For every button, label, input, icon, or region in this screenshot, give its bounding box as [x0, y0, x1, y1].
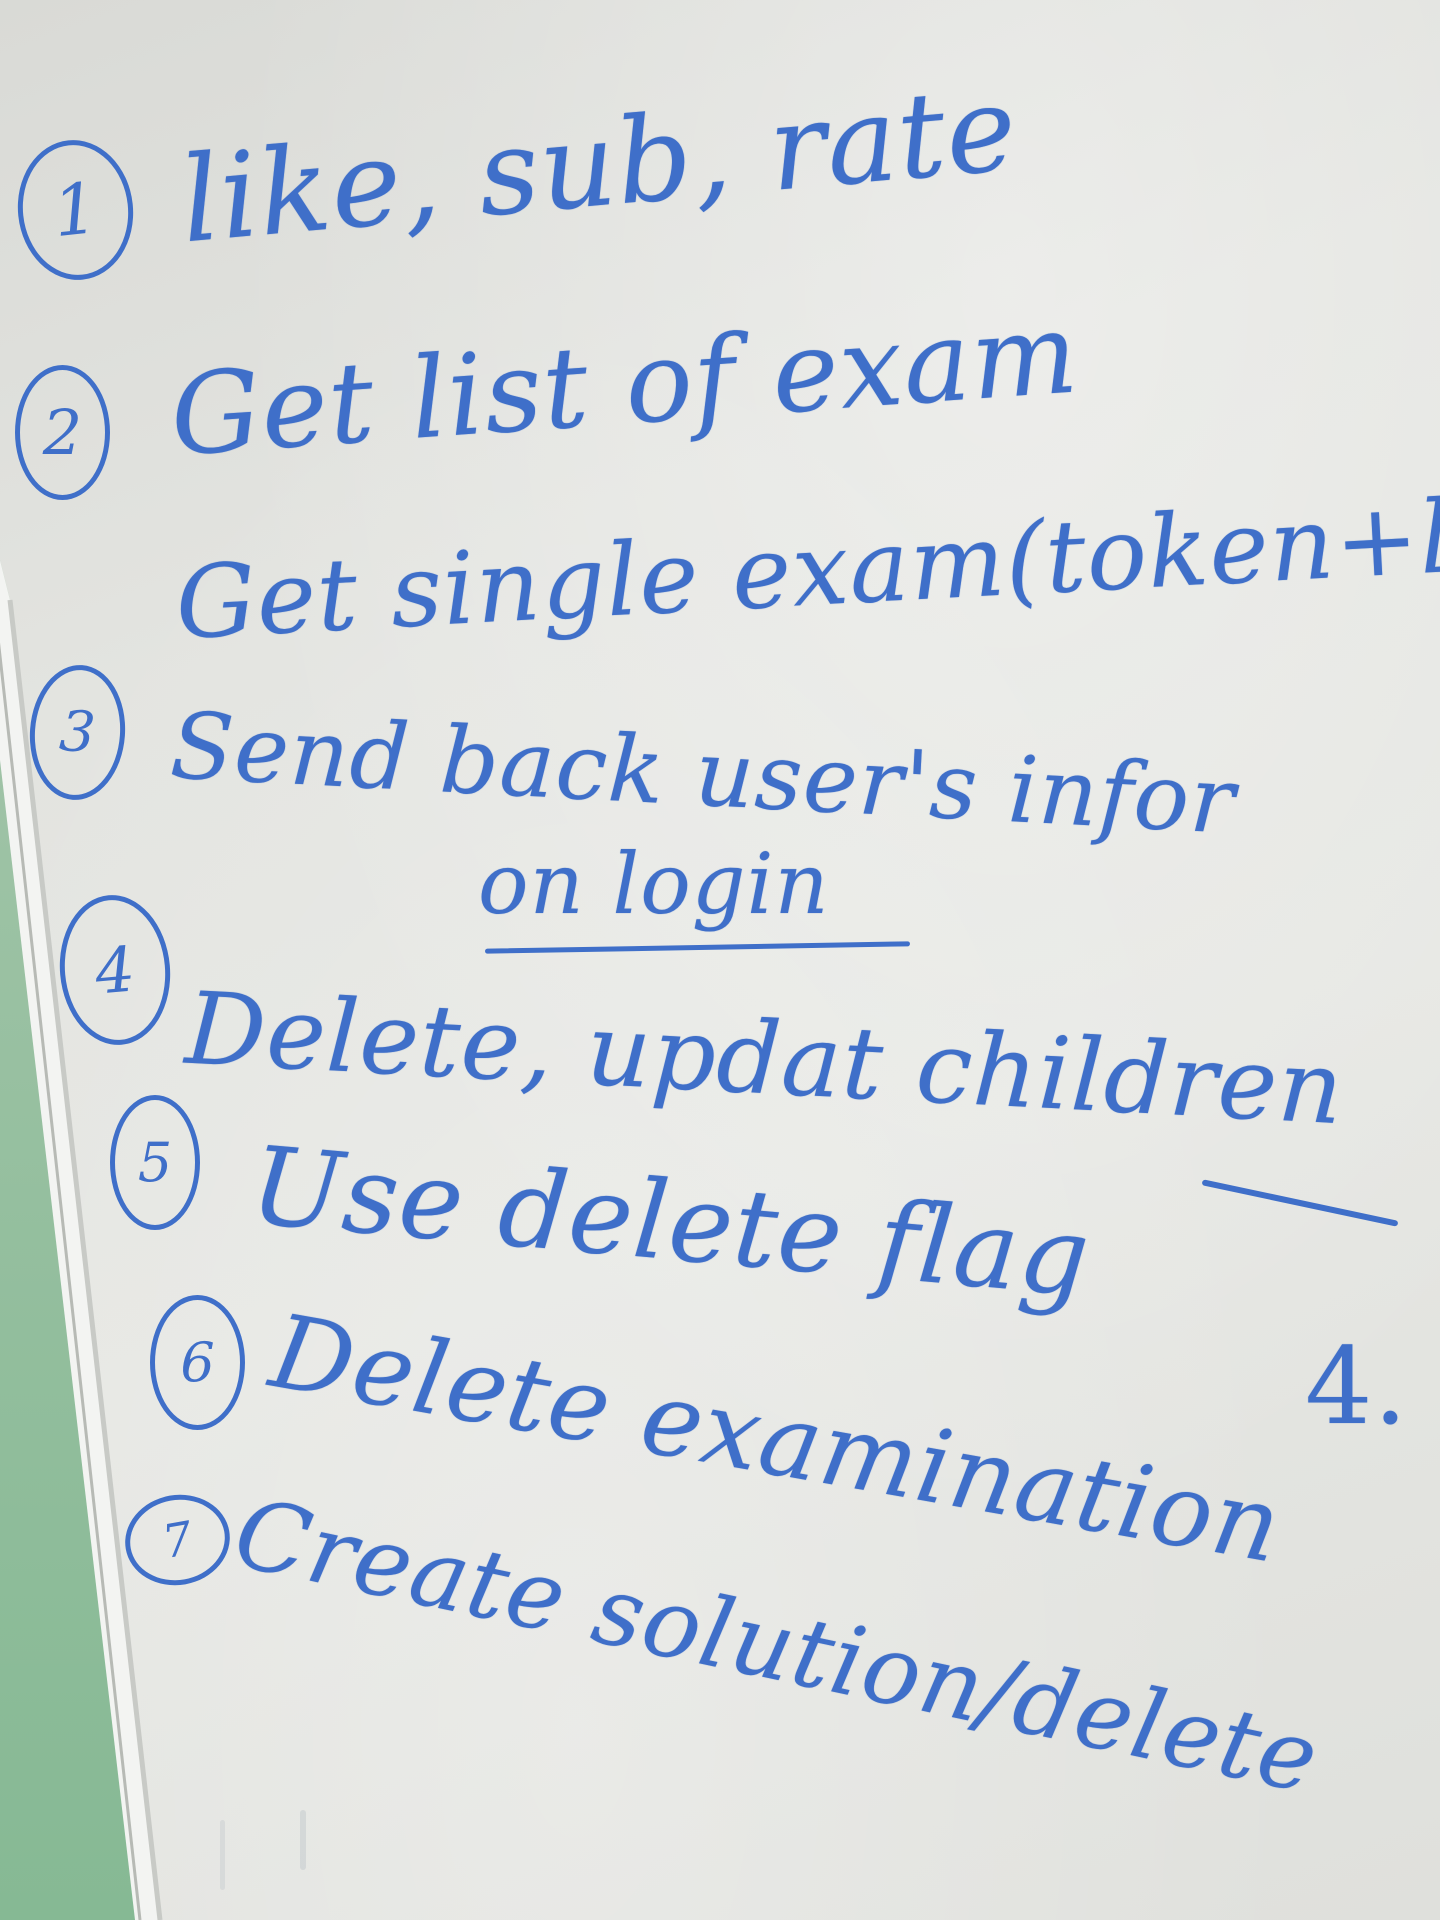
item-number-6: 6	[150, 1295, 245, 1430]
note-line-on-login: on login	[478, 835, 830, 933]
board-smudge-2	[220, 1820, 225, 1890]
photo: 1 2 3 4 5 6 7 like, sub, rate Get list o…	[0, 0, 1440, 1920]
item-number-2: 2	[15, 365, 110, 500]
board-smudge	[300, 1810, 306, 1870]
item-number-5: 5	[110, 1095, 200, 1230]
note-side-number-4: 4.	[1305, 1325, 1409, 1448]
